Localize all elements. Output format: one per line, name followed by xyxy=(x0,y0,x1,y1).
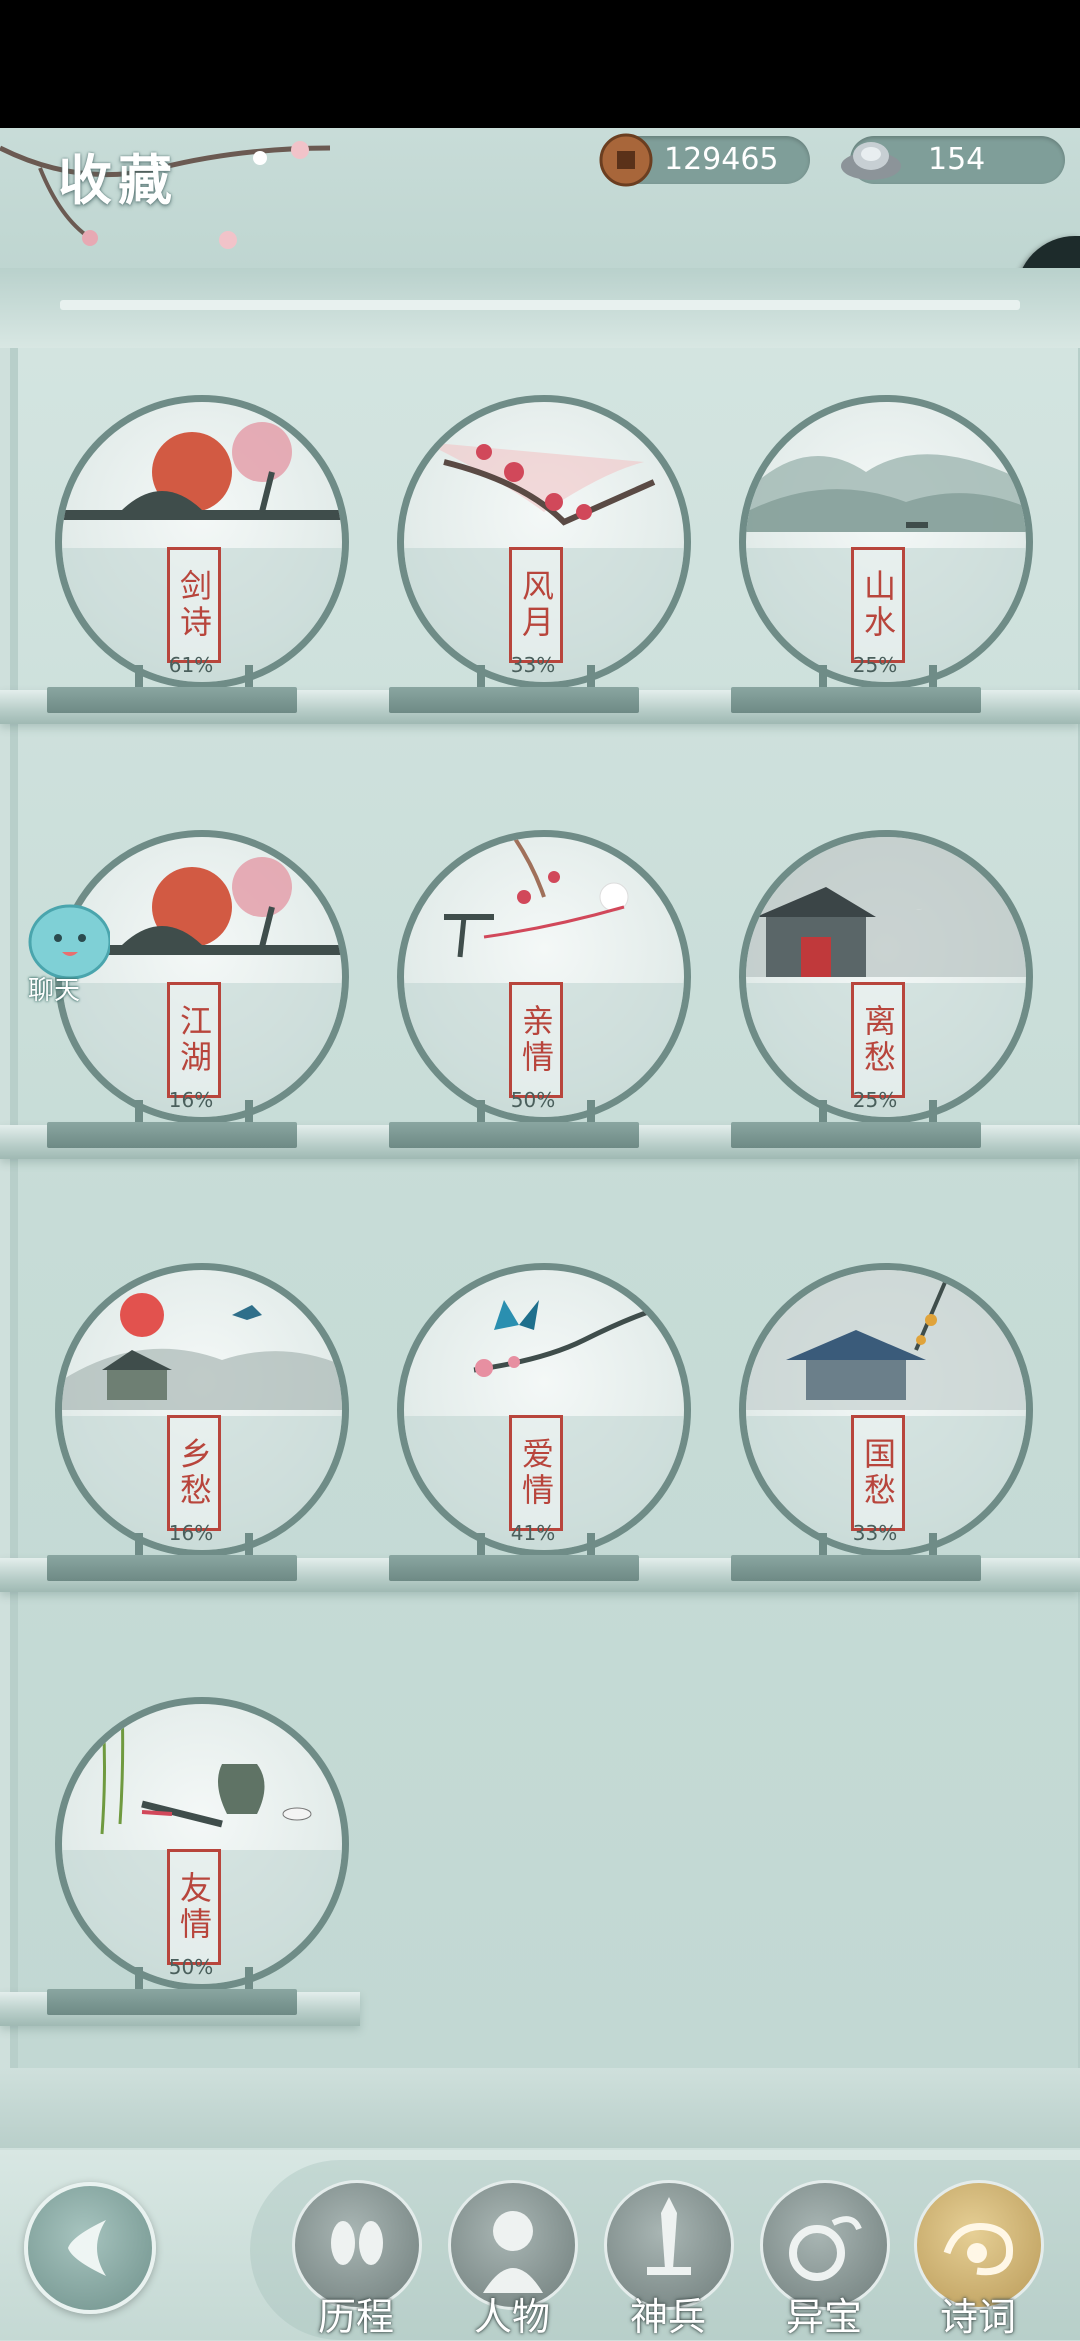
collection-percent: 16% xyxy=(168,1521,214,1545)
coin-counter: 129465 xyxy=(599,133,810,187)
collection-item-qinqing[interactable]: 亲情 50% xyxy=(389,830,697,1148)
silver-value: 154 xyxy=(928,142,986,177)
coin-value: 129465 xyxy=(664,142,779,177)
collection-percent: 50% xyxy=(168,1955,214,1979)
page-title: 收藏 xyxy=(58,148,178,212)
back-arrow-icon xyxy=(68,2220,106,2276)
collection-item-fengyue[interactable]: 风月 33% xyxy=(389,395,697,713)
collection-seal: 国愁 xyxy=(851,1415,905,1531)
tab-yibao[interactable]: 异宝 xyxy=(760,2180,890,2340)
collection-percent: 50% xyxy=(510,1088,556,1112)
collection-percent: 33% xyxy=(852,1521,898,1545)
cabinet-top xyxy=(0,268,1080,348)
collection-item-youqing[interactable]: 友情 50% xyxy=(47,1697,355,2015)
collection-seal: 友情 xyxy=(167,1849,221,1965)
status-bar xyxy=(0,0,1080,128)
collection-item-aiqing[interactable]: 爱情 41% xyxy=(389,1263,697,1581)
collection-percent: 25% xyxy=(852,653,898,677)
collection-seal: 亲情 xyxy=(509,982,563,1098)
tab-label: 神兵 xyxy=(629,2295,706,2339)
collection-percent: 61% xyxy=(168,653,214,677)
collection-seal: 剑诗 xyxy=(167,547,221,663)
back-button[interactable] xyxy=(24,2182,156,2314)
silver-ingot-icon xyxy=(841,142,901,180)
tab-licheng[interactable]: 历程 xyxy=(292,2180,422,2340)
cabinet-bottom xyxy=(0,2068,1080,2148)
silver-counter: 154 xyxy=(841,136,1065,184)
collection-seal: 山水 xyxy=(851,547,905,663)
collection-seal: 爱情 xyxy=(509,1415,563,1531)
collection-percent: 25% xyxy=(852,1088,898,1112)
collection-item-guochou[interactable]: 国愁 33% xyxy=(731,1263,1039,1581)
chat-label[interactable]: 聊天 xyxy=(28,970,80,1007)
copper-coin-icon xyxy=(599,133,653,187)
collection-item-xiangchou[interactable]: 乡愁 16% xyxy=(47,1263,355,1581)
collection-item-jianshi[interactable]: 剑诗 61% xyxy=(47,395,355,713)
collection-percent: 33% xyxy=(510,653,556,677)
collection-percent: 16% xyxy=(168,1088,214,1112)
collection-item-lichou[interactable]: 离愁 25% xyxy=(731,830,1039,1148)
collection-seal: 乡愁 xyxy=(167,1415,221,1531)
tab-label: 诗词 xyxy=(939,2295,1016,2339)
tab-label: 人物 xyxy=(473,2295,550,2339)
tab-label: 历程 xyxy=(317,2295,394,2339)
collection-seal: 江湖 xyxy=(167,982,221,1098)
plum-branch-decoration xyxy=(0,141,331,249)
tab-shici[interactable]: 诗词 xyxy=(914,2180,1044,2340)
tab-renwu[interactable]: 人物 xyxy=(448,2180,578,2340)
collection-seal: 风月 xyxy=(509,547,563,663)
collection-item-shanshui[interactable]: 山水 25% xyxy=(731,395,1039,713)
collection-seal: 离愁 xyxy=(851,982,905,1098)
collection-percent: 41% xyxy=(510,1521,556,1545)
tab-label: 异宝 xyxy=(785,2295,862,2339)
tab-shenbing[interactable]: 神兵 xyxy=(604,2180,734,2340)
